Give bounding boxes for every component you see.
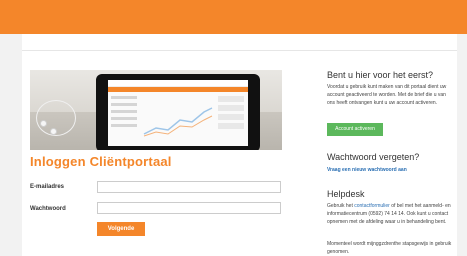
first-time-text: Voordat u gebruik kunt maken van dit por… [327, 84, 447, 106]
helpdesk-note: Momenteel wordt mijnggzdrenthe stapsgewi… [327, 241, 452, 255]
earbud-icon [50, 128, 57, 135]
page-title: Inloggen Cliëntportaal [30, 154, 172, 169]
activate-account-button[interactable]: Account activeren [327, 123, 383, 136]
helpdesk-text-before: Gebruik het [327, 203, 353, 209]
contact-form-link[interactable]: contactformulier [354, 203, 390, 209]
screen-chart-graphic [143, 107, 213, 137]
header-bar [0, 0, 467, 34]
page-margin-right [457, 34, 467, 256]
page-margin-left [0, 34, 22, 256]
first-time-heading: Bent u hier voor het eerst? [327, 70, 434, 80]
next-button[interactable]: Volgende [97, 222, 145, 236]
email-input[interactable] [97, 181, 281, 193]
earbud-icon [40, 120, 47, 127]
forgot-password-heading: Wachtwoord vergeten? [327, 152, 420, 162]
hero-image [30, 70, 282, 150]
helpdesk-heading: Helpdesk [327, 189, 365, 199]
password-label: Wachtwoord [30, 206, 66, 212]
helpdesk-text: Gebruik het contactformulier of bel met … [327, 202, 455, 226]
email-label: E-mailadres [30, 184, 65, 190]
tablet-screen [108, 80, 248, 146]
password-input[interactable] [97, 202, 281, 214]
request-password-link[interactable]: Vraag een nieuw wachtwoord aan [327, 167, 407, 173]
